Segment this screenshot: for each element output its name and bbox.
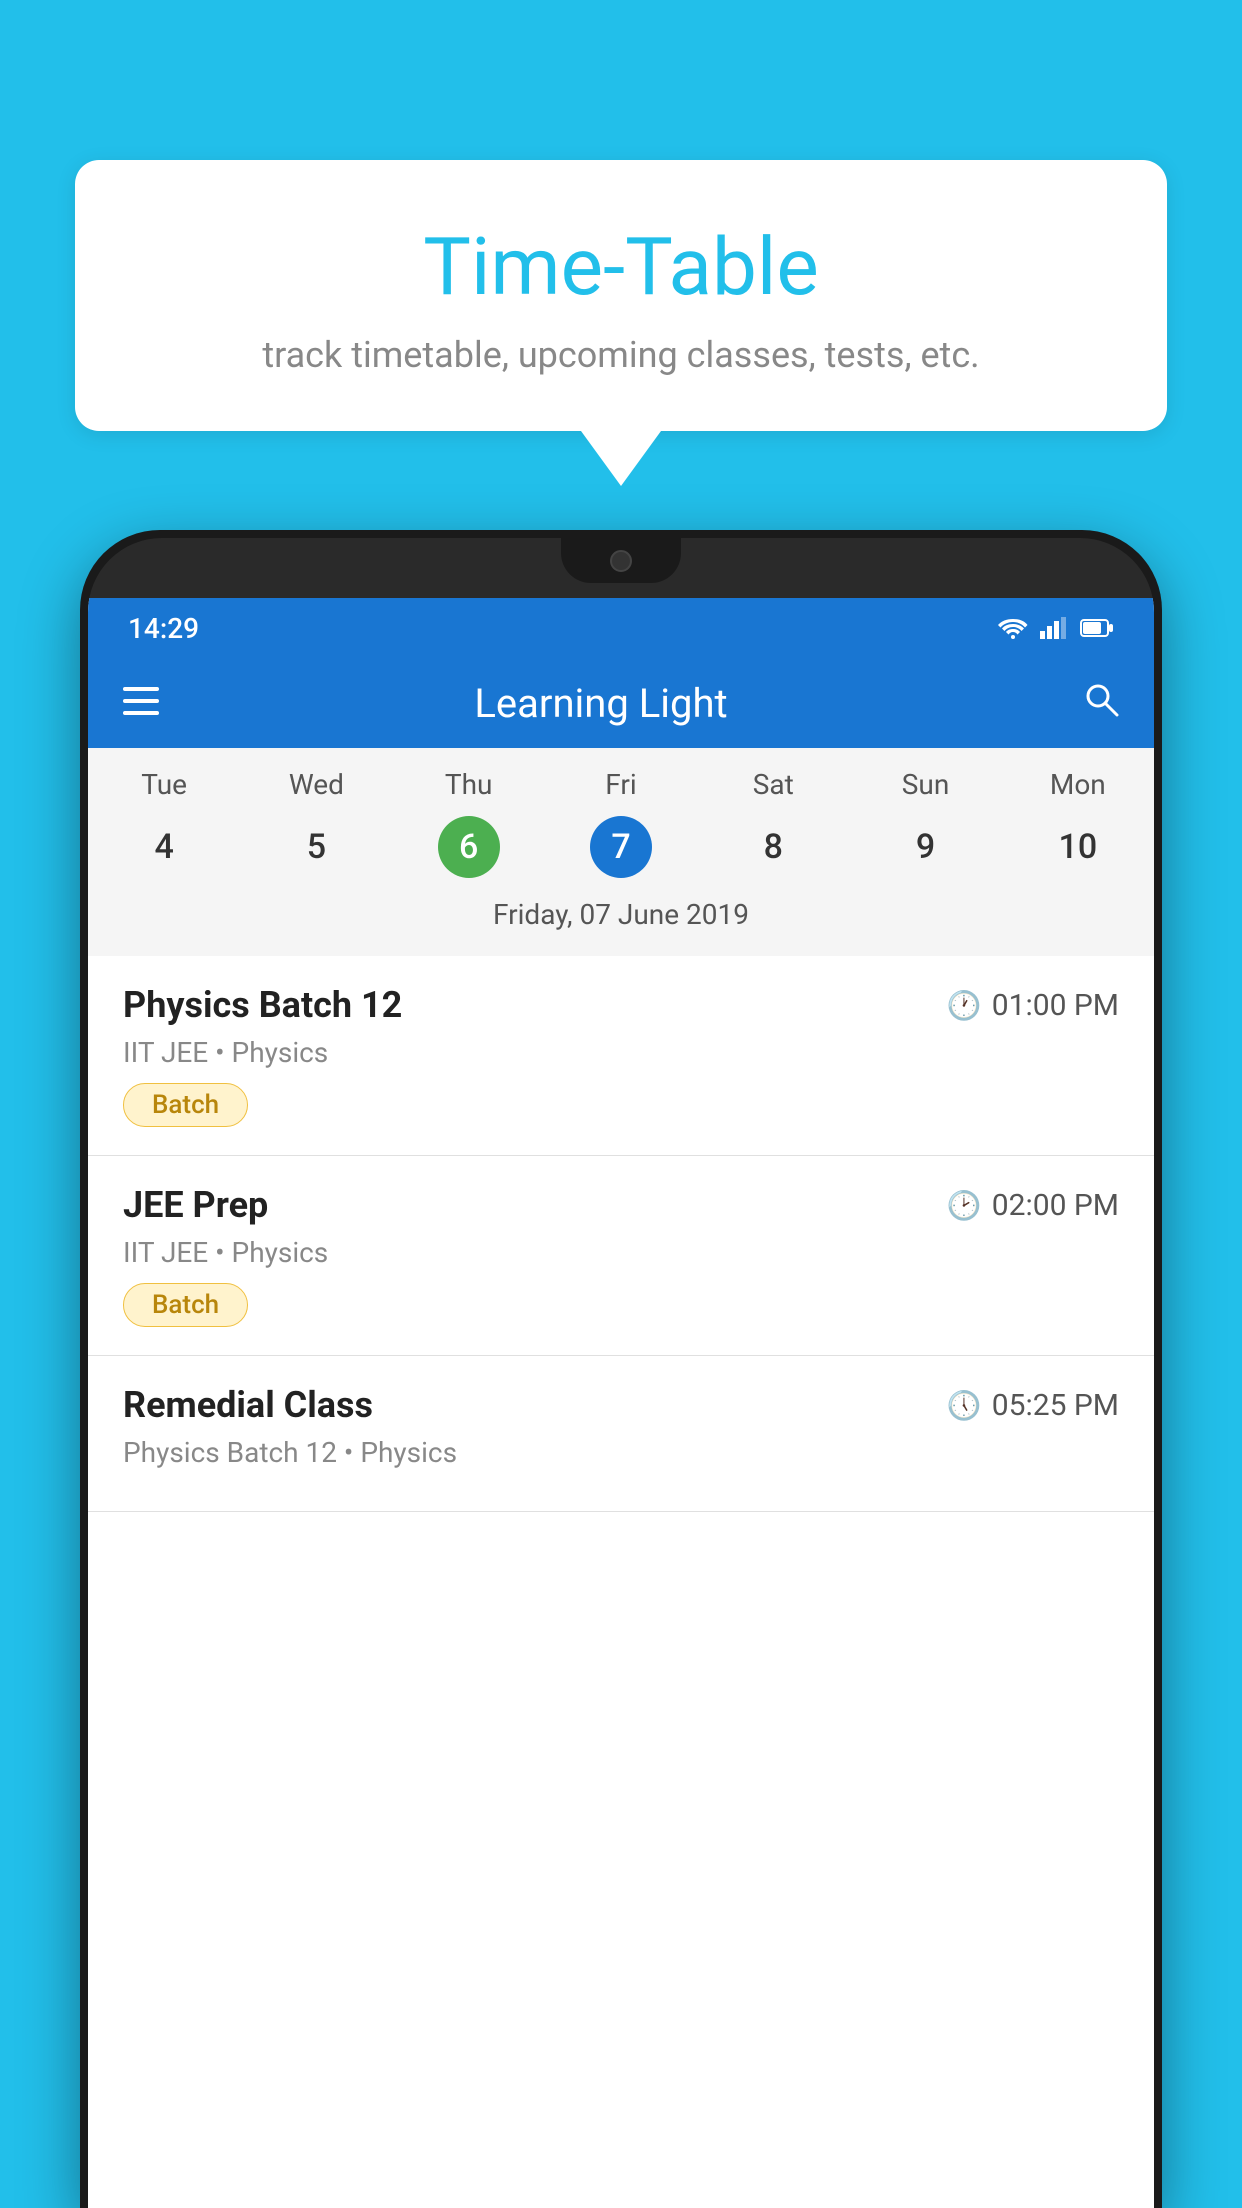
signal-icon [1040,617,1068,639]
day-header-tue: Tue [88,768,240,801]
selected-date-label: Friday, 07 June 2019 [88,893,1154,941]
hamburger-menu-icon[interactable] [123,685,159,721]
phone-inner: 14:29 [88,538,1154,2208]
day-number-5[interactable]: 5 [240,816,392,878]
battery-icon [1080,619,1114,637]
schedule-time-3: 🕔 05:25 PM [947,1388,1119,1423]
calendar-strip: Tue Wed Thu Fri Sat Sun Mon 4 5 6 [88,748,1154,956]
schedule-title-2: JEE Prep [123,1184,268,1226]
day-number-7[interactable]: 7 [545,816,697,878]
wifi-icon [998,617,1028,639]
speech-bubble-subtitle: track timetable, upcoming classes, tests… [115,334,1127,376]
day-number-4[interactable]: 4 [88,816,240,878]
clock-icon-3: 🕔 [947,1389,982,1422]
day-number-9[interactable]: 9 [849,816,1001,878]
status-icons [998,617,1114,639]
schedule-subtitle-1: IIT JEE • Physics [123,1036,1119,1069]
schedule-item-2-header: JEE Prep 🕑 02:00 PM [123,1184,1119,1226]
schedule-subtitle-3: Physics Batch 12 • Physics [123,1436,1119,1469]
app-title: Learning Light [159,680,1043,727]
day-numbers: 4 5 6 7 8 9 10 [88,816,1154,878]
clock-icon-1: 🕐 [947,989,982,1022]
day-number-6[interactable]: 6 [393,816,545,878]
app-bar: Learning Light [88,658,1154,748]
day-header-wed: Wed [240,768,392,801]
schedule-time-2: 🕑 02:00 PM [947,1188,1119,1223]
day-header-mon: Mon [1002,768,1154,801]
schedule-item-3-header: Remedial Class 🕔 05:25 PM [123,1384,1119,1426]
schedule-item-2[interactable]: JEE Prep 🕑 02:00 PM IIT JEE • Physics Ba… [88,1156,1154,1356]
batch-tag-2: Batch [123,1283,248,1327]
phone-screen: 14:29 [88,598,1154,2208]
speech-bubble-title: Time-Table [115,220,1127,314]
day-header-sun: Sun [849,768,1001,801]
search-icon[interactable] [1083,681,1119,726]
day-circle-selected[interactable]: 7 [590,816,652,878]
phone-notch [561,538,681,583]
schedule-title-1: Physics Batch 12 [123,984,402,1026]
phone-mockup: 14:29 [80,530,1162,2208]
day-headers: Tue Wed Thu Fri Sat Sun Mon [88,768,1154,801]
schedule-item-3[interactable]: Remedial Class 🕔 05:25 PM Physics Batch … [88,1356,1154,1512]
day-number-10[interactable]: 10 [1002,816,1154,878]
camera-icon [610,550,632,572]
schedule-item-1[interactable]: Physics Batch 12 🕐 01:00 PM IIT JEE • Ph… [88,956,1154,1156]
status-bar: 14:29 [88,598,1154,658]
day-number-8[interactable]: 8 [697,816,849,878]
schedule-title-3: Remedial Class [123,1384,373,1426]
day-header-thu: Thu [393,768,545,801]
day-circle-today[interactable]: 6 [438,816,500,878]
phone-body: 14:29 [80,530,1162,2208]
clock-icon-2: 🕑 [947,1189,982,1222]
status-time: 14:29 [128,612,199,645]
speech-bubble-tail [581,431,661,486]
day-header-sat: Sat [697,768,849,801]
speech-bubble-container: Time-Table track timetable, upcoming cla… [75,160,1167,486]
speech-bubble: Time-Table track timetable, upcoming cla… [75,160,1167,431]
schedule-container: Physics Batch 12 🕐 01:00 PM IIT JEE • Ph… [88,956,1154,1512]
schedule-time-1: 🕐 01:00 PM [947,988,1119,1023]
batch-tag-1: Batch [123,1083,248,1127]
schedule-subtitle-2: IIT JEE • Physics [123,1236,1119,1269]
schedule-item-1-header: Physics Batch 12 🕐 01:00 PM [123,984,1119,1026]
day-header-fri: Fri [545,768,697,801]
